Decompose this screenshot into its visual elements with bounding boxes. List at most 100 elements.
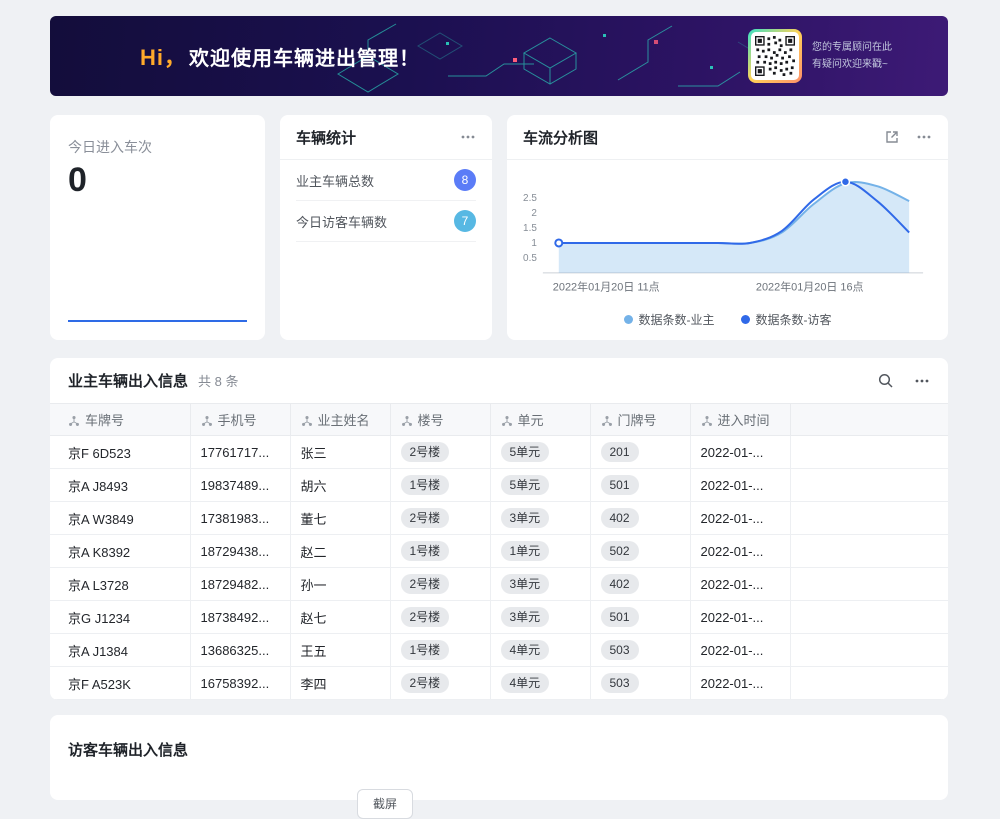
table-cell: 5单元 bbox=[490, 436, 590, 469]
table-cell-empty bbox=[790, 601, 948, 634]
qr-caption-line1: 您的专属顾问在此 bbox=[812, 39, 892, 56]
tag: 1单元 bbox=[501, 541, 550, 561]
qr-caption: 您的专属顾问在此 有疑问欢迎来戳~ bbox=[812, 39, 892, 73]
table-cell-empty bbox=[790, 436, 948, 469]
table-cell: 2022-01-... bbox=[690, 568, 790, 601]
export-icon[interactable] bbox=[884, 129, 900, 145]
tag: 501 bbox=[601, 607, 639, 627]
tag: 1号楼 bbox=[401, 541, 450, 561]
table-cell: 2022-01-... bbox=[690, 535, 790, 568]
table-cell: 2号楼 bbox=[390, 601, 490, 634]
table-row[interactable]: 京A L372818729482...孙一2号楼3单元4022022-01-..… bbox=[50, 568, 948, 601]
column-header[interactable]: 单元 bbox=[490, 404, 590, 436]
svg-text:2: 2 bbox=[531, 208, 537, 219]
table-cell: 2号楼 bbox=[390, 502, 490, 535]
column-header[interactable]: 门牌号 bbox=[590, 404, 690, 436]
table-cell: 4单元 bbox=[490, 634, 590, 667]
more-icon[interactable] bbox=[460, 129, 476, 145]
column-header[interactable]: 进入时间 bbox=[690, 404, 790, 436]
owner-table-header-row: 车牌号手机号业主姓名楼号单元门牌号进入时间 bbox=[50, 404, 948, 436]
table-row[interactable]: 京A W384917381983...董七2号楼3单元4022022-01-..… bbox=[50, 502, 948, 535]
table-row[interactable]: 京A J849319837489...胡六1号楼5单元5012022-01-..… bbox=[50, 469, 948, 502]
column-header[interactable]: 手机号 bbox=[190, 404, 290, 436]
table-cell: 502 bbox=[590, 535, 690, 568]
qr-code[interactable] bbox=[748, 29, 802, 83]
owner-table: 车牌号手机号业主姓名楼号单元门牌号进入时间 京F 6D52317761717..… bbox=[50, 403, 948, 700]
legend-item[interactable]: 数据条数-访客 bbox=[741, 311, 832, 328]
tag: 5单元 bbox=[501, 442, 550, 462]
greeting-text: 欢迎使用车辆进出管理！ bbox=[189, 48, 420, 70]
table-cell: 501 bbox=[590, 601, 690, 634]
table-cell: 李四 bbox=[290, 667, 390, 700]
tag: 2号楼 bbox=[401, 673, 450, 693]
vehicle-stats-title: 车辆统计 bbox=[296, 127, 356, 148]
stat-row: 今日访客车辆数7 bbox=[296, 201, 476, 242]
tag: 201 bbox=[601, 442, 639, 462]
svg-text:0.5: 0.5 bbox=[523, 253, 537, 264]
table-row[interactable]: 京F 6D52317761717...张三2号楼5单元2012022-01-..… bbox=[50, 436, 948, 469]
vehicle-stats-card: 车辆统计 业主车辆总数8今日访客车辆数7 bbox=[280, 115, 492, 340]
table-cell-empty bbox=[790, 469, 948, 502]
column-header-empty bbox=[790, 404, 948, 436]
owner-table-title: 业主车辆出入信息 bbox=[68, 370, 188, 391]
tag: 3单元 bbox=[501, 574, 550, 594]
owner-table-card: 业主车辆出入信息 共 8 条 车牌号手机号业主姓名楼号单元门牌号进入时间 京F … bbox=[50, 358, 948, 700]
table-cell: 1号楼 bbox=[390, 535, 490, 568]
legend-label: 数据条数-业主 bbox=[639, 311, 715, 328]
table-cell-empty bbox=[790, 667, 948, 700]
table-cell: 2022-01-... bbox=[690, 634, 790, 667]
tag: 1号楼 bbox=[401, 475, 450, 495]
tag: 402 bbox=[601, 508, 639, 528]
table-cell: 赵七 bbox=[290, 601, 390, 634]
table-cell: 京A J8493 bbox=[50, 469, 190, 502]
table-row[interactable]: 京A J138413686325...王五1号楼4单元5032022-01-..… bbox=[50, 634, 948, 667]
table-cell: 3单元 bbox=[490, 601, 590, 634]
svg-text:1.5: 1.5 bbox=[523, 223, 537, 234]
field-type-icon bbox=[301, 415, 313, 427]
table-cell: 3单元 bbox=[490, 502, 590, 535]
field-type-icon bbox=[68, 415, 80, 427]
table-row[interactable]: 京G J123418738492...赵七2号楼3单元5012022-01-..… bbox=[50, 601, 948, 634]
today-entries-title: 今日进入车次 bbox=[50, 115, 265, 157]
table-cell-empty bbox=[790, 502, 948, 535]
visitor-table-card: 访客车辆出入信息 bbox=[50, 715, 948, 800]
column-header[interactable]: 楼号 bbox=[390, 404, 490, 436]
tag: 2号楼 bbox=[401, 574, 450, 594]
table-cell: 4单元 bbox=[490, 667, 590, 700]
table-cell: 2022-01-... bbox=[690, 502, 790, 535]
field-type-icon bbox=[701, 415, 713, 427]
today-entries-sparkline bbox=[68, 320, 247, 322]
more-icon[interactable] bbox=[914, 373, 930, 389]
screenshot-button[interactable]: 截屏 bbox=[357, 789, 413, 819]
column-header[interactable]: 车牌号 bbox=[50, 404, 190, 436]
table-cell: 京F 6D523 bbox=[50, 436, 190, 469]
welcome-banner: Hi，欢迎使用车辆进出管理！ bbox=[50, 16, 948, 96]
greeting-prefix: Hi， bbox=[140, 45, 187, 70]
tag: 503 bbox=[601, 640, 639, 660]
svg-text:1: 1 bbox=[531, 238, 537, 249]
banner-greeting: Hi，欢迎使用车辆进出管理！ bbox=[140, 40, 420, 72]
table-cell: 董七 bbox=[290, 502, 390, 535]
table-cell: 1号楼 bbox=[390, 634, 490, 667]
field-type-icon bbox=[201, 415, 213, 427]
tag: 4单元 bbox=[501, 640, 550, 660]
legend-label: 数据条数-访客 bbox=[756, 311, 832, 328]
search-icon[interactable] bbox=[877, 372, 894, 389]
table-cell: 503 bbox=[590, 667, 690, 700]
more-icon[interactable] bbox=[916, 129, 932, 145]
qr-consultant[interactable]: 您的专属顾问在此 有疑问欢迎来戳~ bbox=[748, 29, 892, 83]
chart-legend: 数据条数-业主 数据条数-访客 bbox=[507, 311, 948, 328]
legend-item[interactable]: 数据条数-业主 bbox=[624, 311, 715, 328]
vehicle-stats-rows: 业主车辆总数8今日访客车辆数7 bbox=[280, 160, 492, 242]
tag: 2号楼 bbox=[401, 508, 450, 528]
table-cell: 胡六 bbox=[290, 469, 390, 502]
table-cell: 孙一 bbox=[290, 568, 390, 601]
table-cell: 赵二 bbox=[290, 535, 390, 568]
tag: 502 bbox=[601, 541, 639, 561]
today-entries-value: 0 bbox=[50, 157, 265, 200]
table-row[interactable]: 京A K839218729438...赵二1号楼1单元5022022-01-..… bbox=[50, 535, 948, 568]
table-cell: 张三 bbox=[290, 436, 390, 469]
table-row[interactable]: 京F A523K16758392...李四2号楼4单元5032022-01-..… bbox=[50, 667, 948, 700]
column-header[interactable]: 业主姓名 bbox=[290, 404, 390, 436]
table-cell: 2号楼 bbox=[390, 667, 490, 700]
